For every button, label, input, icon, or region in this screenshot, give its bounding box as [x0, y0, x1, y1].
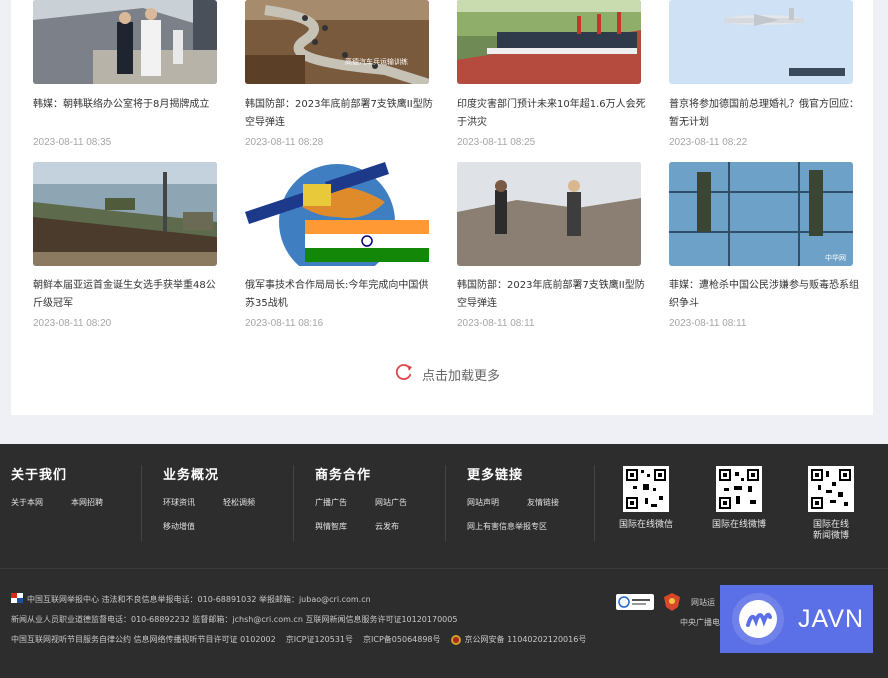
news-thumbnail[interactable] [245, 162, 429, 266]
load-more-label: 点击加载更多 [422, 368, 501, 384]
footer-link[interactable]: 本网招聘 [71, 497, 103, 508]
ethics-text: 新闻从业人员职业道德监督电话：010-68892232 监督邮箱：jchsh@c… [11, 615, 458, 624]
news-time: 2023-08-11 08:35 [33, 137, 112, 148]
footer-col-more: 更多链接 网站声明 友情链接 网上有害信息举报专区 [467, 464, 559, 531]
news-thumbnail[interactable] [33, 0, 217, 84]
divider [594, 465, 595, 541]
news-thumbnail[interactable] [33, 162, 217, 266]
license-text: 中国互联网视听节目服务自律公约 信息网络传播视听节目许可证 0102002 [11, 635, 276, 644]
news-thumbnail[interactable] [457, 0, 641, 84]
report-center-icon [11, 593, 23, 605]
footer-heading: 关于我们 [11, 468, 68, 483]
site-badge-text: 网站运 [691, 598, 715, 607]
news-title[interactable]: 韩媒：朝韩联络办公室将于8月揭牌成立 [33, 96, 223, 114]
qr-label: 国际在线微信 [618, 520, 673, 530]
footer-col-commerce: 商务合作 广播广告 网站广告 舆情智库 云发布 [315, 464, 407, 531]
emblem-icon [664, 593, 680, 611]
footer-link[interactable]: 网上有害信息举报专区 [467, 521, 547, 532]
news-title[interactable]: 俄军事技术合作局局长:今年完成向中国供苏35战机 [245, 277, 435, 313]
news-thumbnail[interactable]: 中华网 [669, 162, 853, 266]
load-more-button[interactable]: 点击加载更多 [394, 362, 500, 386]
watermark-text: JAVN [798, 604, 865, 633]
convoy-road-photo: 高德汽车兵运输训练 [245, 0, 429, 84]
military-parade-photo [457, 0, 641, 84]
news-title[interactable]: 普京将参加德国前总理婚礼？俄官方回应：暂无计划 [669, 96, 859, 132]
news-panel: 韩媒：朝韩联络办公室将于8月揭牌成立 2023-08-11 08:35 高德汽车… [11, 0, 873, 415]
news-time: 2023-08-11 08:11 [457, 318, 535, 329]
satellite-india-flag-graphic [245, 162, 429, 266]
news-thumbnail[interactable] [669, 0, 853, 84]
desert-soldiers-photo [457, 162, 641, 266]
news-title[interactable]: 韩国防部：2023年底前部署7支铁鹰II型防空导弹连 [245, 96, 435, 132]
qr-code-weibo[interactable]: 国际在线微博 [706, 466, 772, 531]
icp-license[interactable]: 京ICP证120531号 [286, 634, 353, 645]
footer-link[interactable]: 云发布 [375, 521, 399, 532]
aircraft-sky-photo [669, 0, 853, 84]
footer-link[interactable]: 移动增值 [163, 521, 195, 532]
image-caption: 中华网 [825, 253, 846, 262]
image-caption: 高德汽车兵运输训练 [345, 57, 408, 66]
news-time: 2023-08-11 08:16 [245, 318, 324, 329]
police-badge-icon [450, 634, 461, 645]
news-time: 2023-08-11 08:11 [669, 318, 747, 329]
emblem-badge[interactable] [664, 593, 680, 611]
pontoon-bridge-photo [33, 162, 217, 266]
footer-link[interactable]: 轻松调频 [223, 497, 255, 508]
footer-heading: 商务合作 [315, 468, 372, 483]
footer-link[interactable]: 网站广告 [375, 497, 407, 508]
license-line: 中国互联网视听节目服务自律公约 信息网络传播视听节目许可证 0102002 京I… [11, 634, 586, 645]
news-thumbnail[interactable]: 高德汽车兵运输训练 [245, 0, 429, 84]
accessibility-badge[interactable] [616, 594, 654, 610]
report-center-line: 中国互联网举报中心 违法和不良信息举报电话：010-68891032 举报邮箱：… [11, 593, 371, 605]
accessibility-icon [616, 594, 654, 610]
qr-label: 国际在线微博 [711, 520, 766, 530]
news-time: 2023-08-11 08:25 [457, 137, 536, 148]
qr-label-line: 国际在线 [812, 520, 849, 530]
icp-record[interactable]: 京ICP备05064898号 [363, 634, 441, 645]
footer-heading: 业务概况 [163, 468, 220, 483]
news-time: 2023-08-11 08:20 [33, 318, 112, 329]
footer-col-about: 关于我们 关于本网 本网招聘 [11, 464, 103, 507]
refresh-icon [394, 362, 414, 386]
watermark-overlay: JAVN [720, 585, 873, 653]
site-badge-label: 网站运 [691, 597, 715, 608]
footer-link[interactable]: 关于本网 [11, 497, 43, 508]
footer-link[interactable]: 环球资讯 [163, 497, 195, 508]
ethics-line: 新闻从业人员职业道德监督电话：010-68892232 监督邮箱：jchsh@c… [11, 614, 457, 625]
news-title[interactable]: 朝鲜本届亚运首金诞生女选手获举重48公斤级冠军 [33, 277, 223, 313]
news-time: 2023-08-11 08:22 [669, 137, 748, 148]
footer-link[interactable]: 舆情智库 [315, 521, 347, 532]
divider [445, 465, 446, 541]
qr-code-icon [716, 466, 762, 512]
news-time: 2023-08-11 08:28 [245, 137, 324, 148]
news-title[interactable]: 菲媒：遭枪杀中国公民涉嫌参与贩毒恐系组织争斗 [669, 277, 859, 313]
footer-link[interactable]: 网站声明 [467, 497, 499, 508]
footer-heading: 更多链接 [467, 468, 524, 483]
footer-links-section: 关于我们 关于本网 本网招聘 业务概况 环球资讯 轻松调频 移动增值 商务合作 … [0, 444, 888, 568]
footer-link[interactable]: 广播广告 [315, 497, 347, 508]
qr-code-wechat[interactable]: 国际在线微信 [613, 466, 679, 531]
qr-label-line: 新闻微博 [812, 531, 849, 541]
soldiers-glass-photo: 中华网 [669, 162, 853, 266]
qr-code-icon [623, 466, 669, 512]
watermark-logo-icon [732, 593, 784, 645]
cnr-label: 中央广播电 [680, 617, 720, 628]
divider [141, 465, 142, 541]
qr-code-icon [808, 466, 854, 512]
footer-col-business: 业务概况 环球资讯 轻松调频 移动增值 [163, 464, 255, 531]
report-center-text: 中国互联网举报中心 违法和不良信息举报电话：010-68891032 举报邮箱：… [27, 594, 371, 604]
public-security-record[interactable]: 京公网安备 11040202120016号 [450, 634, 587, 645]
news-title[interactable]: 韩国防部：2023年底前部署7支铁鹰II型防空导弹连 [457, 277, 647, 313]
footer-link[interactable]: 友情链接 [527, 497, 559, 508]
public-security-text: 京公网安备 11040202120016号 [464, 635, 587, 644]
navy-officers-photo [33, 0, 217, 84]
divider [293, 465, 294, 541]
news-thumbnail[interactable] [457, 162, 641, 266]
qr-label: 国际在线 新闻微博 [798, 520, 864, 542]
news-title[interactable]: 印度灾害部门预计未来10年超1.6万人会死于洪灾 [457, 96, 647, 132]
qr-code-news-weibo[interactable]: 国际在线 新闻微博 [798, 466, 864, 542]
cnr-text: 中央广播电 [680, 618, 720, 627]
